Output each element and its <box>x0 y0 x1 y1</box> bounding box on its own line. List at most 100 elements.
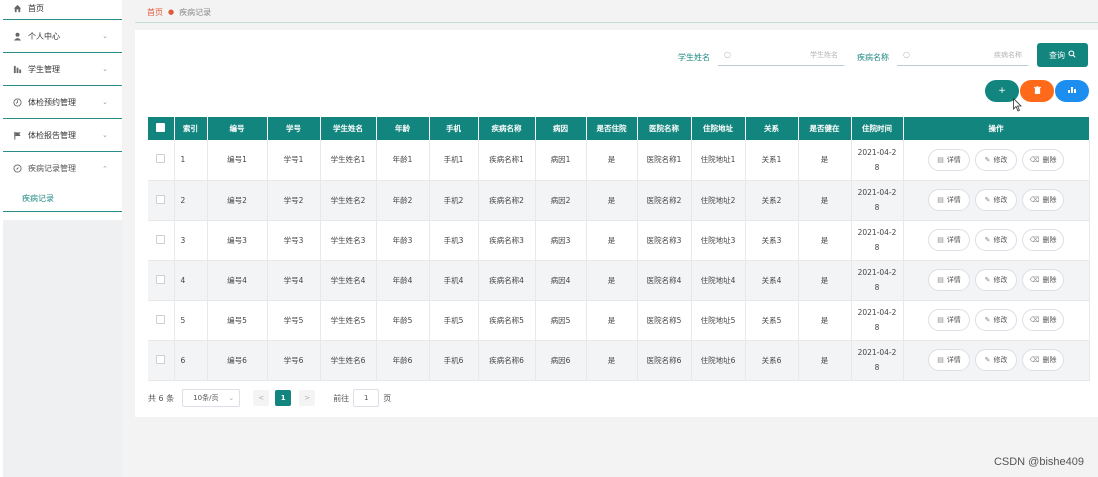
batch-delete-button[interactable] <box>1020 80 1054 102</box>
table-row: 4 编号4 学号4 学生姓名4 年龄4 手机4 疾病名称4 病因4 是医院名称4 住院地址4 关系4… <box>148 260 1090 301</box>
detail-button[interactable]: ▤ 详情 <box>928 349 970 371</box>
breadcrumb-home[interactable]: 首页 <box>147 7 163 18</box>
sidebar-item-report[interactable]: 体检报告管理 ⌄ <box>3 119 122 152</box>
date-part-2: 8 <box>874 363 880 372</box>
detail-button[interactable]: ▤ 详情 <box>928 148 970 171</box>
edit-button[interactable]: ✎ 修改 <box>975 309 1017 331</box>
table-cell-cause: 病因1 <box>535 140 587 181</box>
disease-name-search[interactable]: ○ <box>897 44 1028 66</box>
detail-button[interactable]: ▤ 详情 <box>928 229 970 251</box>
delete-button[interactable]: ⌫ 删除 <box>1022 189 1064 211</box>
goto-suffix: 页 <box>383 393 392 403</box>
table-cell-idx: 6 <box>174 340 208 381</box>
row-checkbox[interactable] <box>156 234 166 244</box>
table-cell-date: 2021-04-2 8 <box>851 260 904 301</box>
table-cell-hosp: 是 <box>586 300 638 341</box>
edit-button[interactable]: ✎ 修改 <box>975 229 1017 251</box>
sidebar-subitem-disease-records[interactable]: 疾病记录 <box>3 185 122 212</box>
delete-button[interactable]: ⌫ 删除 <box>1022 269 1064 291</box>
table-cell-rel: 关系1 <box>745 140 799 181</box>
student-name-label: 学生姓名 <box>678 53 710 62</box>
student-name-search[interactable]: ○ <box>718 44 844 66</box>
delete-button[interactable]: ⌫ 删除 <box>1022 229 1064 251</box>
prev-page-button[interactable]: < <box>253 390 270 406</box>
detail-button[interactable]: ▤ 详情 <box>928 309 970 331</box>
table-cell-actions: ▤ 详情 ✎ 修改 ⌫ 删除 <box>903 340 1090 381</box>
table-cell-alive: 是 <box>798 220 852 261</box>
date-part-2: 8 <box>874 203 880 212</box>
table-cell-name: 学生姓名5 <box>320 300 377 341</box>
page-size-select[interactable]: 10条/页 ⌄ <box>182 389 241 407</box>
row-checkbox[interactable] <box>156 354 166 364</box>
trash-icon: ⌫ <box>1029 316 1040 324</box>
row-select-cell[interactable] <box>148 340 175 381</box>
student-name-input[interactable] <box>730 50 844 59</box>
table-cell-name: 学生姓名2 <box>320 180 377 221</box>
select-all-cell[interactable] <box>148 117 175 140</box>
table-cell-date: 2021-04-2 8 <box>851 220 904 261</box>
pencil-icon: ✎ <box>984 316 991 324</box>
query-button[interactable]: 查询 <box>1037 43 1088 67</box>
table-cell-disease: 疾病名称1 <box>478 140 536 181</box>
row-select-cell[interactable] <box>148 260 175 301</box>
table-cell-actions: ▤ 详情 ✎ 修改 ⌫ 删除 <box>903 180 1090 221</box>
delete-button[interactable]: ⌫ 删除 <box>1022 349 1064 371</box>
search-icon <box>1068 50 1076 60</box>
edit-button[interactable]: ✎ 修改 <box>975 269 1017 291</box>
statistics-button[interactable] <box>1055 80 1089 102</box>
column-header: 住院时间 <box>851 117 904 140</box>
table-cell-cause: 病因4 <box>535 260 587 301</box>
row-select-cell[interactable] <box>148 300 175 341</box>
edit-button[interactable]: ✎ 修改 <box>975 148 1017 171</box>
detail-label: 详情 <box>946 236 961 244</box>
row-checkbox[interactable] <box>156 154 166 164</box>
table-cell-no: 编号2 <box>207 180 268 221</box>
row-select-cell[interactable] <box>148 220 175 261</box>
pencil-icon: ✎ <box>984 276 991 284</box>
table-cell-no: 编号1 <box>207 140 268 181</box>
document-icon: ▤ <box>937 356 944 364</box>
date-part-1: 2021-04-2 <box>857 308 897 317</box>
edit-button[interactable]: ✎ 修改 <box>975 189 1017 211</box>
table-cell-actions: ▤ 详情 ✎ 修改 ⌫ 删除 <box>903 140 1090 181</box>
row-checkbox[interactable] <box>156 314 166 324</box>
sidebar-item-appointment[interactable]: 体检预约管理 ⌄ <box>3 86 122 119</box>
sidebar-item-disease[interactable]: 疾病记录管理 ⌃ <box>3 152 122 185</box>
column-header: 索引 <box>174 117 208 140</box>
column-header: 医院名称 <box>637 117 692 140</box>
table-cell-date: 2021-04-2 8 <box>851 340 904 381</box>
sidebar-item-home[interactable]: 首页 <box>3 0 122 20</box>
table-cell-alive: 是 <box>798 180 852 221</box>
row-checkbox[interactable] <box>156 194 166 204</box>
table-cell-name: 学生姓名1 <box>320 140 377 181</box>
delete-button[interactable]: ⌫ 删除 <box>1022 309 1064 331</box>
row-select-cell[interactable] <box>148 180 175 221</box>
edit-button[interactable]: ✎ 修改 <box>975 349 1017 371</box>
table-cell-actions: ▤ 详情 ✎ 修改 ⌫ 删除 <box>903 300 1090 341</box>
column-header: 是否住院 <box>586 117 638 140</box>
delete-button[interactable]: ⌫ 删除 <box>1022 148 1064 171</box>
row-checkbox[interactable] <box>156 274 166 284</box>
sidebar-item-label: 个人中心 <box>28 31 60 41</box>
row-select-cell[interactable] <box>148 140 175 181</box>
table-cell-disease: 疾病名称5 <box>478 300 536 341</box>
document-icon: ▤ <box>937 155 944 164</box>
goto-page-input[interactable]: 1 <box>353 389 380 407</box>
table-cell-age: 年龄1 <box>376 140 430 181</box>
sidebar-item-label: 体检预约管理 <box>28 97 76 107</box>
page-number-current[interactable]: 1 <box>275 390 292 406</box>
detail-button[interactable]: ▤ 详情 <box>928 269 970 291</box>
table-cell-age: 年龄6 <box>376 340 430 381</box>
column-header: 学号 <box>267 117 321 140</box>
disease-name-input[interactable] <box>909 50 1028 59</box>
detail-button[interactable]: ▤ 详情 <box>928 189 970 211</box>
next-page-button[interactable]: > <box>299 390 316 406</box>
delete-label: 删除 <box>1042 196 1057 204</box>
table-cell-phone: 手机2 <box>429 180 479 221</box>
table-cell-age: 年龄2 <box>376 180 430 221</box>
table-cell-age: 年龄5 <box>376 300 430 341</box>
table-cell-disease: 疾病名称4 <box>478 260 536 301</box>
sidebar-item-profile[interactable]: 个人中心 ⌄ <box>3 20 122 53</box>
sidebar-item-students[interactable]: 学生管理 ⌄ <box>3 53 122 86</box>
select-all-checkbox[interactable] <box>156 123 166 132</box>
